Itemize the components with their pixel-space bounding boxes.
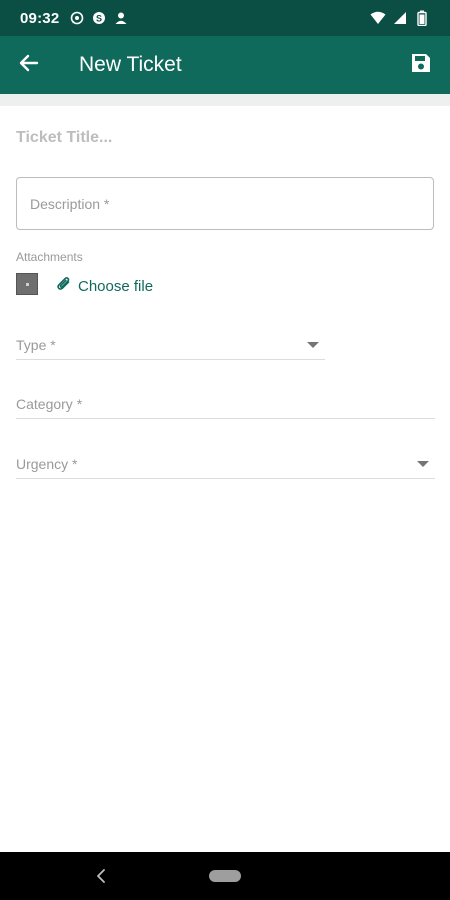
page-title: New Ticket [79, 53, 182, 76]
paperclip-icon [55, 275, 73, 297]
status-bar: 09:32 S [0, 0, 450, 36]
category-field[interactable]: Category * [16, 389, 435, 419]
attachment-placeholder-dot [25, 282, 29, 286]
svg-text:S: S [96, 14, 102, 24]
status-time: 09:32 [20, 9, 60, 27]
save-icon [409, 51, 433, 80]
description-input[interactable] [17, 178, 433, 229]
urgency-label: Urgency * [16, 455, 78, 472]
system-nav-bar [0, 852, 450, 900]
signal-icon [392, 10, 408, 26]
status-notification-icons: S [69, 10, 129, 26]
account-icon [113, 10, 129, 26]
arrow-left-icon [19, 53, 39, 78]
status-system-icons [370, 10, 430, 26]
app-bar: New Ticket [0, 36, 450, 94]
new-ticket-screen: 09:32 S New Ticket Ticket Title... Descr… [0, 0, 450, 900]
urgency-dropdown[interactable]: Urgency * [16, 449, 435, 479]
back-button[interactable] [0, 36, 58, 94]
attachments-label: Attachments [16, 250, 83, 264]
wifi-icon [370, 10, 386, 26]
choose-file-button[interactable]: Choose file [55, 275, 153, 297]
battery-icon [414, 10, 430, 26]
app-bar-divider [0, 94, 450, 106]
chevron-down-icon [307, 341, 319, 348]
ticket-title-input[interactable] [16, 124, 436, 152]
nav-back-icon[interactable] [93, 866, 109, 886]
attachment-thumbnail[interactable] [16, 273, 38, 295]
description-field [16, 177, 434, 230]
skype-icon: S [91, 10, 107, 26]
category-label: Category * [16, 395, 83, 412]
chevron-down-icon [417, 460, 429, 467]
save-button[interactable] [392, 36, 450, 94]
type-label: Type * [16, 336, 56, 353]
type-dropdown[interactable]: Type * [16, 330, 325, 360]
home-pill-icon[interactable] [209, 870, 241, 882]
whatsapp-icon [69, 10, 85, 26]
choose-file-label: Choose file [78, 277, 154, 295]
